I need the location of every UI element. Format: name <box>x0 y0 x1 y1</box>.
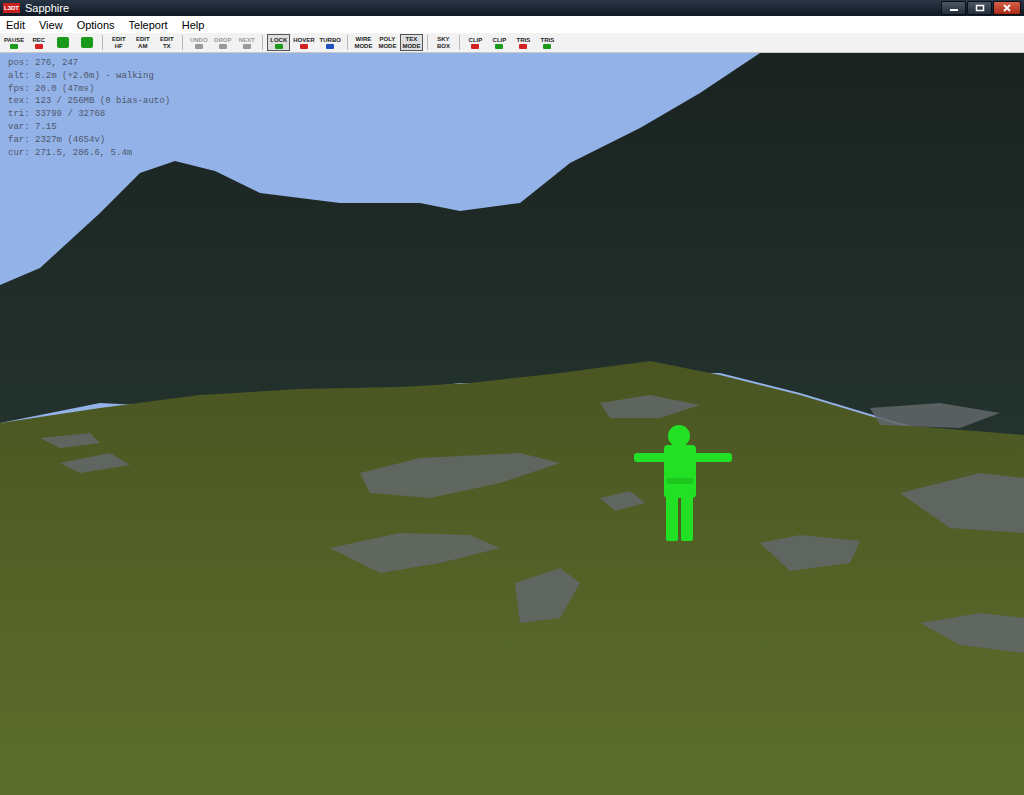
app-icon: L3DT <box>3 3 20 13</box>
button-icon <box>300 44 308 49</box>
toolbar-button[interactable]: TRIS <box>536 34 559 51</box>
toolbar: PAUSEREC EDITHFEDITAMEDITTX UNDODROPNEXT LO… <box>0 33 1024 53</box>
toolbar-button[interactable]: TURBO <box>318 34 343 51</box>
3d-viewport[interactable]: pos: 276, 247alt: 8.2m (+2.0m) - walking… <box>0 53 1024 795</box>
button-icon <box>543 44 551 49</box>
menu-item[interactable]: Teleport <box>129 19 168 31</box>
toolbar-button[interactable]: REC <box>27 34 50 51</box>
button-icon <box>219 44 227 49</box>
toolbar-separator <box>459 35 460 50</box>
button-icon <box>35 44 43 49</box>
maximize-icon <box>975 4 985 12</box>
window-controls <box>941 1 1024 15</box>
toolbar-button[interactable] <box>51 34 74 51</box>
maximize-button[interactable] <box>967 1 992 15</box>
button-icon <box>10 44 18 49</box>
toolbar-button[interactable]: LOCK <box>267 34 290 51</box>
toolbar-separator <box>347 35 348 50</box>
stat-line: fps: 20.0 (47ms) <box>8 83 170 96</box>
toolbar-button[interactable]: EDITTX <box>155 34 178 51</box>
minimize-button[interactable] <box>941 1 966 15</box>
toolbar-button[interactable]: TRIS <box>512 34 535 51</box>
stats-overlay: pos: 276, 247alt: 8.2m (+2.0m) - walking… <box>8 57 170 159</box>
grass-terrain <box>0 361 1024 795</box>
toolbar-button[interactable]: CLIP <box>464 34 487 51</box>
stat-line: var: 7.15 <box>8 121 170 134</box>
toolbar-separator <box>427 35 428 50</box>
terrain-scene <box>0 53 1024 795</box>
toolbar-group: WIREMODEPOLYMODETEXMODE <box>352 34 423 51</box>
toolbar-button[interactable]: HOVER <box>291 34 316 51</box>
toolbar-separator <box>262 35 263 50</box>
stat-line: tex: 123 / 256MB (0 bias-auto) <box>8 95 170 108</box>
menu-item[interactable]: Edit <box>6 19 25 31</box>
button-icon <box>495 44 503 49</box>
close-button[interactable] <box>993 1 1021 15</box>
menu-item[interactable]: View <box>39 19 63 31</box>
sapphire-window: L3DT SapphireEdit View Options Teleport Help P… <box>0 0 1024 795</box>
menu-item[interactable]: Help <box>182 19 205 31</box>
button-icon <box>326 44 334 49</box>
minimize-icon <box>949 4 959 12</box>
title-bar: L3DT Sapphire <box>0 0 1024 16</box>
toolbar-button[interactable]: POLYMODE <box>376 34 399 51</box>
toolbar-button[interactable]: CLIP <box>488 34 511 51</box>
toolbar-button[interactable]: EDITHF <box>107 34 130 51</box>
close-icon <box>1002 4 1012 12</box>
button-icon <box>471 44 479 49</box>
button-icon <box>81 37 93 48</box>
rocks <box>40 395 1024 653</box>
toolbar-group: SKYBOX <box>432 34 455 51</box>
stat-line: cur: 271.5, 286.6, 5.4m <box>8 147 170 160</box>
button-icon <box>243 44 251 49</box>
menu-item[interactable]: Options <box>77 19 115 31</box>
window-title: Sapphire <box>25 1 69 15</box>
toolbar-button[interactable]: NEXT <box>235 34 258 51</box>
toolbar-button[interactable]: EDITAM <box>131 34 154 51</box>
button-icon <box>275 44 283 49</box>
toolbar-button[interactable]: TEXMODE <box>400 34 423 51</box>
button-icon <box>57 37 69 48</box>
button-icon <box>519 44 527 49</box>
toolbar-group: LOCKHOVERTURBO <box>267 34 343 51</box>
toolbar-button[interactable]: WIREMODE <box>352 34 375 51</box>
stat-line: far: 2327m (4654v) <box>8 134 170 147</box>
toolbar-separator <box>102 35 103 50</box>
toolbar-button[interactable]: PAUSE <box>2 34 26 51</box>
toolbar-button[interactable]: SKYBOX <box>432 34 455 51</box>
toolbar-group: CLIPCLIPTRISTRIS <box>464 34 559 51</box>
stat-line: pos: 276, 247 <box>8 57 170 70</box>
stat-line: tri: 33799 / 32768 <box>8 108 170 121</box>
toolbar-group: UNDODROPNEXT <box>187 34 258 51</box>
button-icon <box>195 44 203 49</box>
toolbar-button[interactable]: DROP <box>211 34 234 51</box>
toolbar-separator <box>182 35 183 50</box>
toolbar-button[interactable]: UNDO <box>187 34 210 51</box>
menu-bar: Edit View Options Teleport Help <box>0 16 1024 33</box>
toolbar-group: EDITHFEDITAMEDITTX <box>107 34 178 51</box>
soldier-figure <box>634 425 732 541</box>
toolbar-button[interactable] <box>75 34 98 51</box>
toolbar-group: PAUSEREC <box>2 34 98 51</box>
stat-line: alt: 8.2m (+2.0m) - walking <box>8 70 170 83</box>
